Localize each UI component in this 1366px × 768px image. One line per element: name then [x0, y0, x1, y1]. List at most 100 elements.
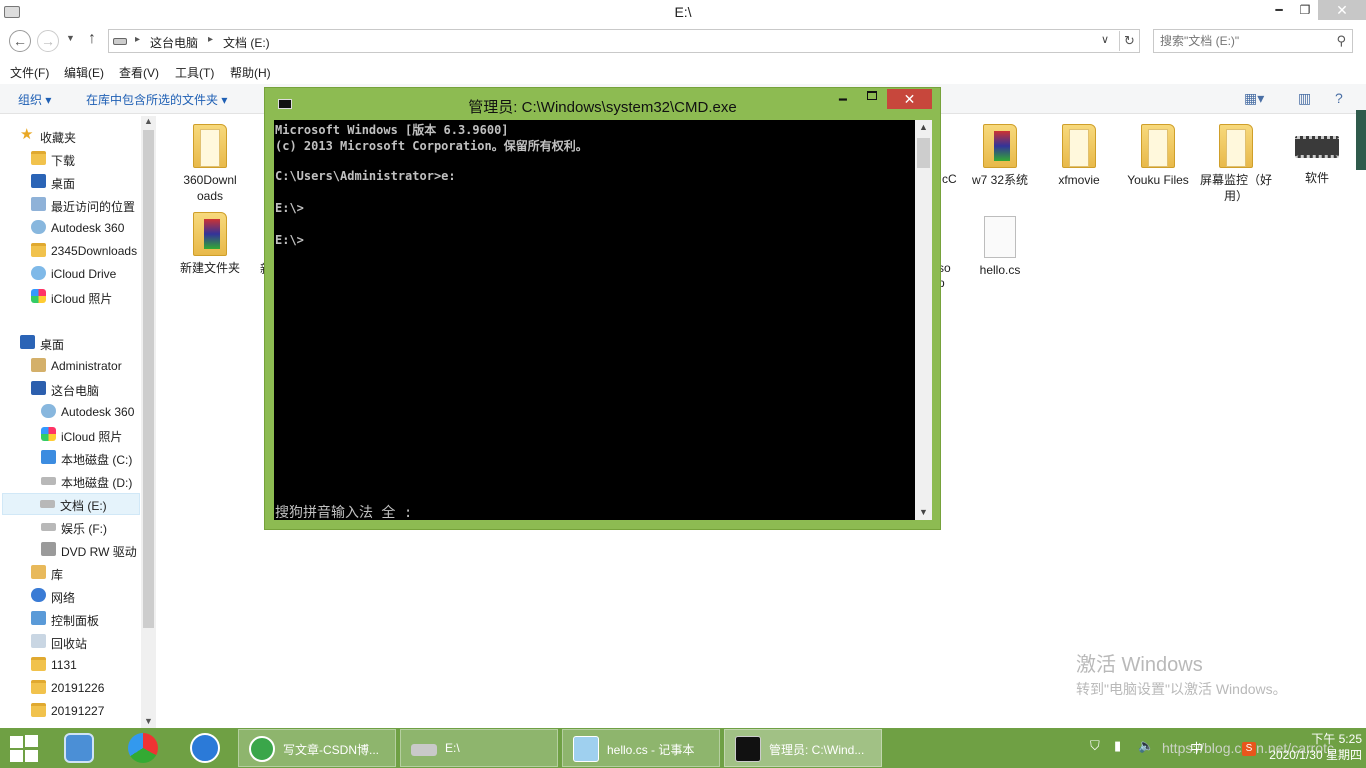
start-button[interactable]	[8, 735, 38, 762]
cmd-minimize-button[interactable]: ━	[839, 92, 847, 108]
cmd-close-button[interactable]: ✕	[887, 89, 932, 109]
menu-edit[interactable]: 编辑(E)	[64, 64, 104, 81]
scroll-up-icon[interactable]: ▲	[144, 116, 153, 126]
clock-date: 2020/1/30 星期四	[1269, 748, 1362, 762]
task-label: hello.cs - 记事本	[607, 743, 695, 757]
nav-drive-e[interactable]: 文档 (E:)	[2, 493, 140, 515]
network-tray-icon[interactable]: ▮	[1114, 738, 1121, 754]
folder-icon	[31, 680, 46, 694]
cmd-maximize-button[interactable]	[867, 91, 877, 100]
view-options-icon[interactable]: ▦▾	[1244, 90, 1264, 107]
windows-logo-icon	[10, 750, 23, 762]
pinned-sogou-browser[interactable]	[180, 731, 228, 765]
clock[interactable]: 下午 5:25 2020/1/30 星期四	[1262, 731, 1362, 763]
maximize-button[interactable]: ❐	[1292, 0, 1318, 20]
close-button[interactable]: ✕	[1318, 0, 1366, 20]
task-explorer[interactable]: E:\	[400, 729, 558, 767]
chip-icon	[1295, 136, 1339, 158]
search-input[interactable]	[1160, 33, 1330, 49]
scroll-up-icon[interactable]: ▲	[919, 122, 928, 132]
help-icon[interactable]: ?	[1335, 90, 1343, 106]
folder-icon	[1219, 124, 1253, 168]
ime-status: 搜狗拼音输入法 全 :	[275, 505, 413, 520]
file-item[interactable]: xfmovie	[1041, 116, 1117, 188]
address-bar[interactable]: ▸ 这台电脑 ▸ 文档 (E:) ∨ ↻	[108, 29, 1140, 53]
cmd-window[interactable]: 管理员: C:\Windows\system32\CMD.exe ━ ✕ Mic…	[264, 87, 941, 530]
ime-language-indicator[interactable]: 中	[1190, 738, 1203, 757]
task-cmd[interactable]: 管理员: C:\Wind...	[724, 729, 882, 767]
file-item[interactable]: 360Downl oads	[172, 116, 248, 204]
console-line: Microsoft Windows [版本 6.3.9600]	[275, 123, 509, 137]
scroll-down-icon[interactable]: ▼	[144, 716, 153, 726]
search-box[interactable]: ⚲	[1153, 29, 1353, 53]
security-shield-icon[interactable]: ⛉	[1090, 738, 1100, 754]
activation-watermark: 激活 Windows 转到"电脑设置"以激活 Windows。	[1076, 648, 1287, 699]
file-item[interactable]: 屏幕监控（好用）	[1198, 116, 1274, 204]
file-name: 新建文件夹	[179, 261, 240, 275]
nav-scrollbar[interactable]: ▲ ▼	[141, 116, 156, 728]
console-output[interactable]: Microsoft Windows [版本 6.3.9600] (c) 2013…	[274, 120, 915, 520]
pinned-app-manager[interactable]	[54, 731, 102, 765]
folder-icon	[31, 243, 46, 257]
nav-label: DVD RW 驱动	[61, 545, 137, 559]
console-line: E:\>	[275, 233, 304, 247]
task-csdn-browser[interactable]: 写文章-CSDN博...	[238, 729, 396, 767]
taskbar: 写文章-CSDN博... E:\ hello.cs - 记事本 管理员: C:\…	[0, 728, 1366, 768]
library-icon	[31, 565, 46, 579]
app-manager-icon	[64, 733, 94, 763]
nav-label: 这台电脑	[51, 384, 100, 398]
pinned-360-browser[interactable]	[118, 731, 166, 765]
partial-file-name[interactable]: cC	[942, 172, 957, 186]
star-icon: ★	[20, 126, 34, 143]
file-item[interactable]: 软件	[1279, 116, 1355, 186]
back-button[interactable]: ←	[9, 30, 31, 52]
preview-pane-icon[interactable]: ▥	[1298, 90, 1311, 107]
console-line: E:\>	[275, 201, 304, 215]
refresh-icon[interactable]: ↻	[1119, 31, 1139, 51]
include-in-library-button[interactable]: 在库中包含所选的文件夹 ▾	[86, 91, 227, 108]
nav-label: 文档 (E:)	[60, 499, 107, 513]
forward-button[interactable]: →	[37, 30, 59, 52]
cmd-titlebar[interactable]: 管理员: C:\Windows\system32\CMD.exe ━ ✕	[265, 88, 940, 120]
task-notepad[interactable]: hello.cs - 记事本	[562, 729, 720, 767]
breadcrumb-this-pc[interactable]: 这台电脑	[150, 34, 198, 51]
file-item[interactable]: 新建文件夹	[172, 204, 248, 276]
file-item[interactable]: w7 32系统	[962, 116, 1038, 188]
minimize-button[interactable]: ━	[1266, 0, 1292, 20]
nav-label: 桌面	[40, 338, 65, 352]
control-panel-icon	[31, 611, 46, 625]
scrollbar-thumb[interactable]	[143, 130, 154, 628]
windows-logo-icon	[10, 736, 23, 748]
folder-icon	[193, 212, 227, 256]
organize-button[interactable]: 组织 ▾	[18, 91, 51, 108]
menu-file[interactable]: 文件(F)	[10, 64, 49, 81]
nav-label: iCloud 照片	[51, 292, 113, 306]
menu-tools[interactable]: 工具(T)	[175, 64, 214, 81]
nav-label: 最近访问的位置	[51, 200, 136, 214]
file-name: xfmovie	[1058, 173, 1100, 187]
file-item[interactable]: Youku Files	[1120, 116, 1196, 188]
search-icon[interactable]: ⚲	[1336, 33, 1346, 49]
recycle-bin-icon	[31, 634, 46, 648]
scroll-down-icon[interactable]: ▼	[919, 507, 928, 517]
recent-locations-dropdown[interactable]: ▼	[66, 33, 75, 43]
folder-icon	[193, 124, 227, 168]
chevron-right-icon[interactable]: ▸	[208, 34, 213, 45]
icloud-photos-icon	[31, 289, 46, 303]
file-item[interactable]: hello.cs	[962, 208, 1038, 278]
scrollbar-thumb[interactable]	[917, 138, 930, 168]
desktop-icon	[20, 335, 35, 349]
menu-help[interactable]: 帮助(H)	[230, 64, 271, 81]
notepad-icon	[573, 736, 599, 762]
up-button[interactable]: ↑	[88, 30, 96, 48]
menu-view[interactable]: 查看(V)	[119, 64, 159, 81]
sogou-ime-icon[interactable]: S	[1242, 742, 1256, 756]
computer-icon	[31, 381, 46, 395]
browser-icon	[128, 733, 158, 763]
address-dropdown-icon[interactable]: ∨	[1101, 33, 1109, 46]
folder-icon	[1062, 124, 1096, 168]
chevron-right-icon[interactable]: ▸	[135, 34, 140, 45]
volume-icon[interactable]: 🔈	[1138, 738, 1154, 754]
breadcrumb-drive-e[interactable]: 文档 (E:)	[223, 34, 270, 51]
cmd-scrollbar[interactable]: ▲ ▼	[915, 120, 932, 520]
